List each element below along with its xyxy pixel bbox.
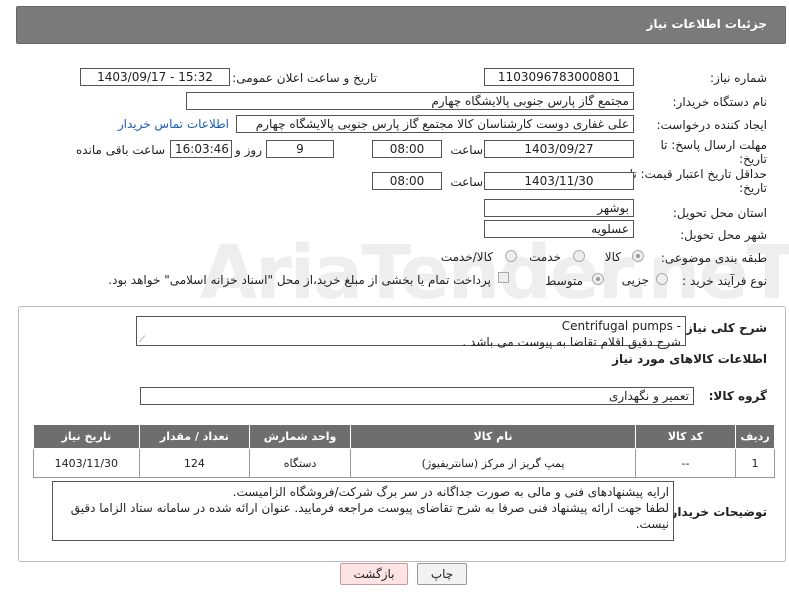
need-number-field: 1103096783000801 [484,68,634,86]
col-header-need-date: تاریخ نیاز [33,424,140,449]
treasury-note: پرداخت تمام یا بخشی از مبلغ خرید،از محل … [108,273,491,287]
response-time-field: 08:00 [372,140,442,158]
city-label: شهر محل تحویل: [680,228,767,242]
category-radio-goods-service[interactable] [505,250,517,262]
description-line-2: شرح دقیق اقلام تقاضا به پیوست می باشد . [462,335,681,349]
process-radio-medium[interactable] [592,273,604,285]
price-validity-label: حداقل تاریخ اعتبار قیمت: تا [629,167,767,181]
page-header: جزئیات اطلاعات نیاز [16,6,786,44]
resize-grip-icon[interactable]: ⟋ [139,335,145,345]
time-remaining-field: 16:03:46 [170,140,232,158]
announce-datetime-label: تاریخ و ساعت اعلان عمومی: [232,71,377,85]
buyer-org-field: مجتمع گاز پارس جنوبی پالایشگاه چهارم [186,92,634,110]
col-header-quantity: تعداد / مقدار [138,424,251,449]
days-remaining-field: 9 [266,140,334,158]
price-validity-time-field: 08:00 [372,172,442,190]
col-header-item-name: نام کالا [350,424,636,449]
price-validity-date-field: 1403/11/30 [484,172,634,190]
requester-field: علی غفاری دوست کارشناسان کالا مجتمع گاز … [236,115,634,133]
buyer-notes-label: توضیحات خریدار: [665,505,767,519]
price-validity-label-2: تاریخ: [739,181,767,195]
buyer-notes-textarea[interactable]: ارایه پیشنهادهای فنی و مالی به صورت جداگ… [52,481,674,541]
category-radio-service[interactable] [573,250,585,262]
category-option-service: خدمت [529,250,561,264]
response-time-label: ساعت [450,143,483,157]
cell-unit: دستگاه [249,448,352,478]
days-label: روز و [235,143,262,157]
requester-label: ایجاد کننده درخواست: [656,118,767,132]
col-header-item-code: کد کالا [634,424,737,449]
description-textarea[interactable]: Centrifugal pumps - شرح دقیق اقلام تقاضا… [136,316,686,349]
category-option-goods: کالا [604,250,621,264]
city-field: عسلویه [484,220,634,238]
goods-group-label: گروه کالا: [708,389,767,403]
col-header-unit: واحد شمارش [249,424,352,449]
cell-item-code: -- [634,448,737,478]
cell-item-name: پمپ گریز از مرکز (سانتریفیوژ) [350,448,636,478]
announce-datetime-field: 1403/09/17 - 15:32 [80,68,230,86]
buyer-contact-link[interactable]: اطلاعات تماس خریدار [118,117,229,131]
process-option-minor: جزیی [621,273,649,287]
category-label: طبقه بندی موضوعی: [660,251,767,265]
cell-row-number: 1 [735,448,775,478]
items-table: ردیف کد کالا نام کالا واحد شمارش تعداد /… [33,424,775,478]
goods-info-title: اطلاعات کالاهای مورد نیاز [612,352,767,366]
page-title: جزئیات اطلاعات نیاز [646,17,767,31]
cell-need-date: 1403/11/30 [33,448,140,478]
buyer-notes-line-2: لطفا جهت ارائه پیشنهاد فنی صرفا به شرح ت… [70,501,669,531]
need-number-label: شماره نیاز: [710,71,767,85]
cell-quantity: 124 [138,448,251,478]
treasury-checkbox[interactable] [498,272,509,283]
response-date-field: 1403/09/27 [484,140,634,158]
table-row: 1 -- پمپ گریز از مرکز (سانتریفیوژ) دستگا… [33,448,775,478]
buyer-org-label: نام دستگاه خریدار: [672,95,768,109]
response-deadline-label: مهلت ارسال پاسخ: تا [660,138,767,152]
process-radio-minor[interactable] [656,273,668,285]
category-option-goods-service: کالا/خدمت [440,250,493,264]
category-radio-goods[interactable] [632,250,644,262]
back-button[interactable]: بازگشت [340,563,408,585]
description-line-1: Centrifugal pumps - [561,319,681,333]
print-button[interactable]: چاپ [417,563,467,585]
description-label: شرح کلی نیاز: [681,321,767,335]
time-remaining-label: ساعت باقی مانده [75,143,165,157]
purchase-process-label: نوع فرآیند خرید : [682,274,767,288]
goods-group-field: تعمیر و نگهداری [140,387,694,405]
buyer-notes-line-1: ارایه پیشنهادهای فنی و مالی به صورت جداگ… [232,485,669,499]
process-option-medium: متوسط [545,274,583,288]
col-header-row-number: ردیف [735,424,775,449]
province-label: استان محل تحویل: [672,206,767,220]
response-deadline-label-2: تاریخ: [739,152,767,166]
price-validity-time-label: ساعت [450,175,483,189]
items-table-header-row: ردیف کد کالا نام کالا واحد شمارش تعداد /… [33,424,775,449]
province-field: بوشهر [484,199,634,217]
